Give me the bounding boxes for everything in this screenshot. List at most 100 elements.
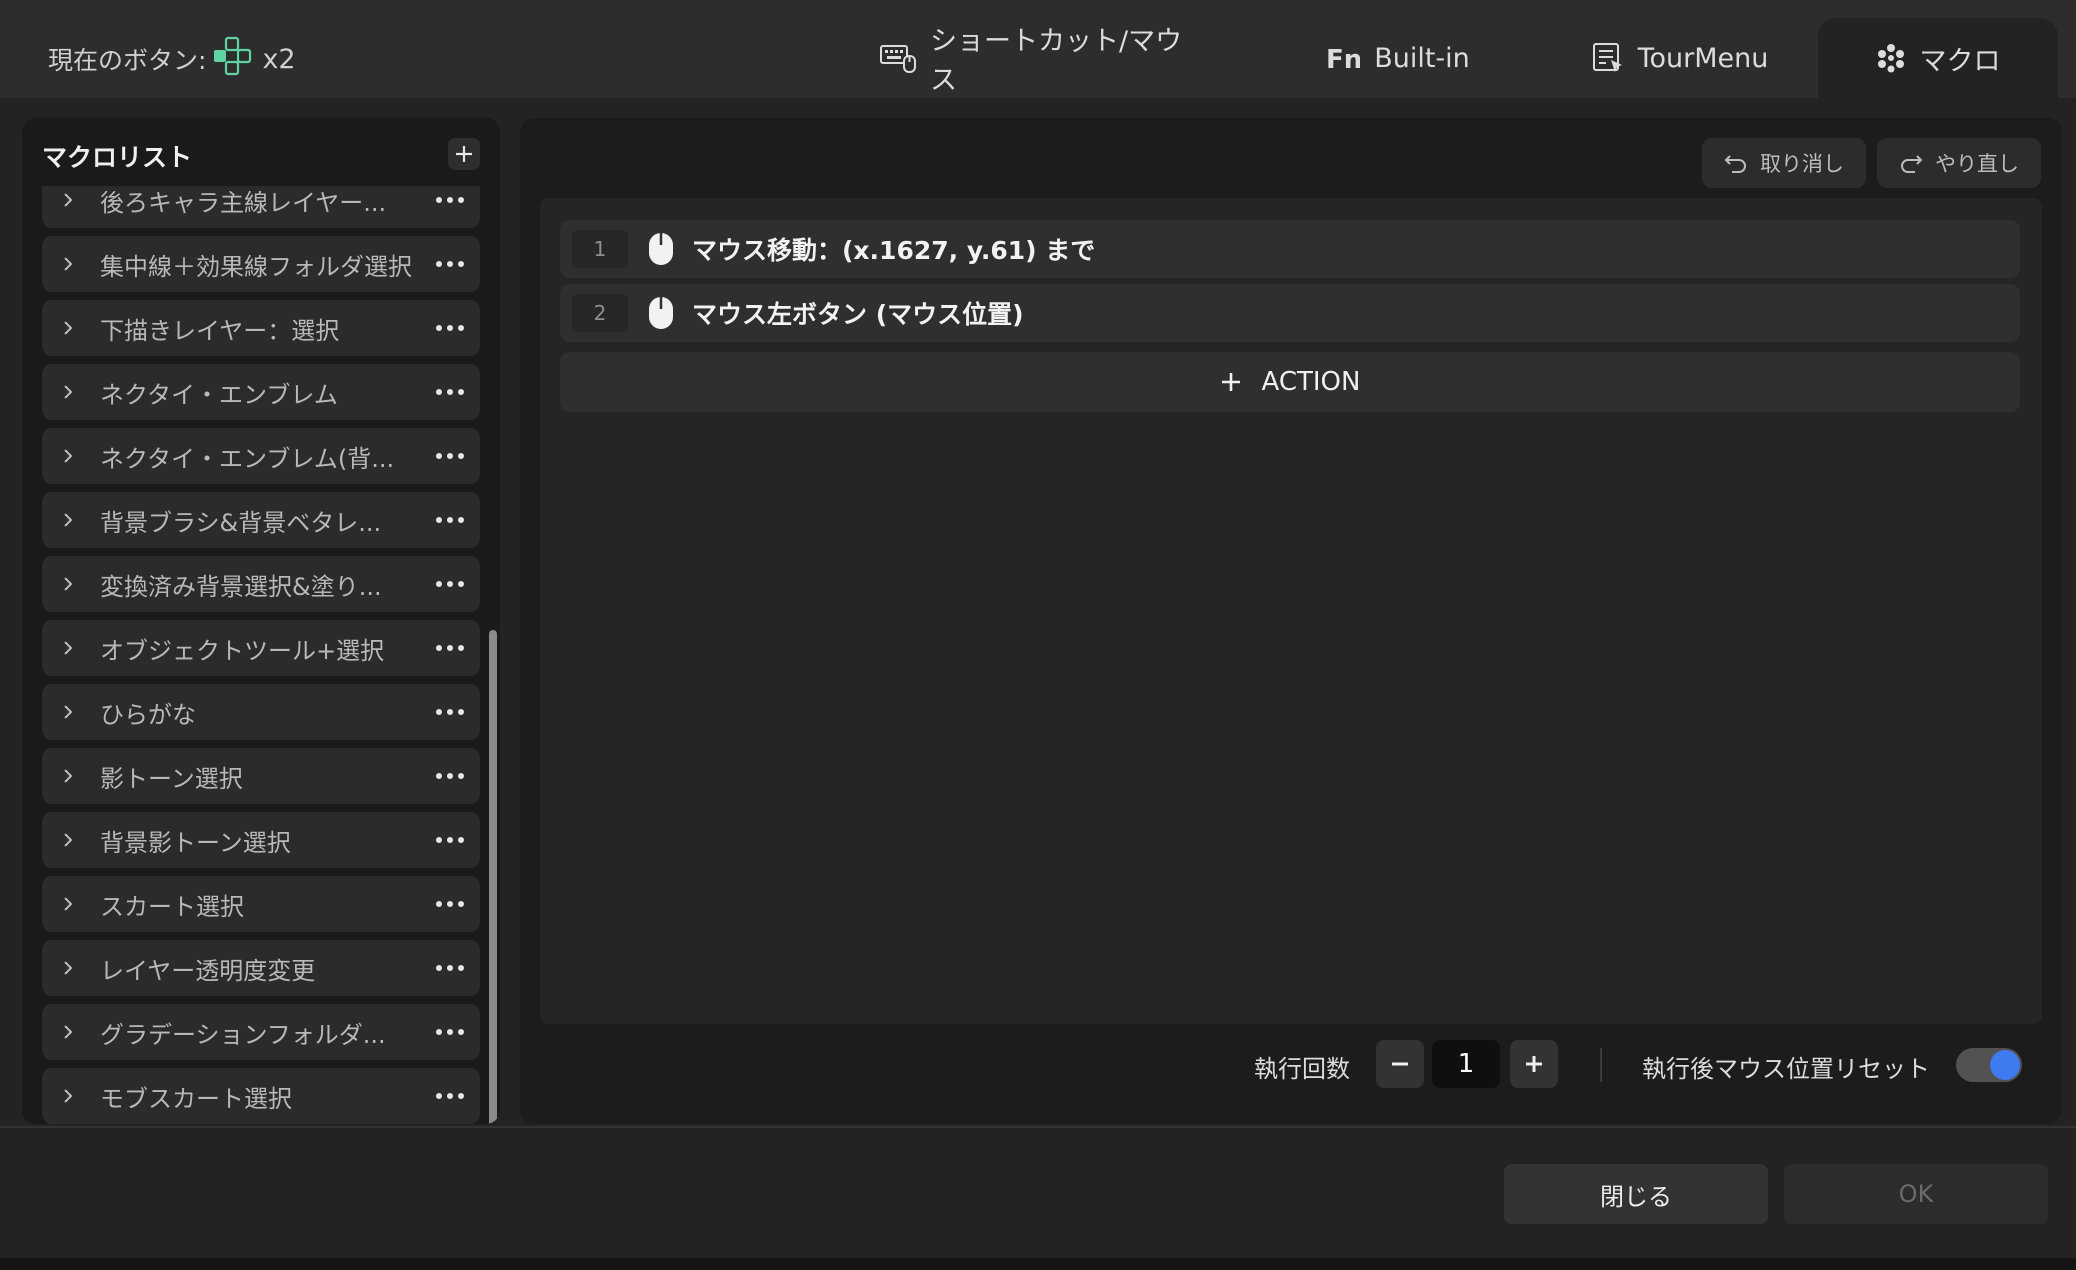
tab-label: TourMenu (1637, 42, 1769, 74)
more-options-icon[interactable] (420, 628, 480, 668)
list-item[interactable]: 集中線＋効果線フォルダ選択 (42, 236, 480, 292)
keyboard-mouse-icon (880, 43, 916, 73)
tab-label: マクロ (1919, 45, 2001, 77)
undo-icon (1724, 155, 1746, 173)
more-options-icon[interactable] (420, 820, 480, 860)
macro-name: 背景ブラシ&背景ベタレ... (100, 508, 382, 537)
macro-list-scrollbar[interactable] (488, 186, 498, 1124)
tab-label: Built-in (1374, 42, 1470, 74)
chevron-right-icon (62, 703, 80, 721)
macro-name: スカート選択 (100, 892, 244, 921)
add-macro-button[interactable] (448, 138, 480, 170)
decrement-button[interactable] (1376, 1040, 1424, 1088)
macro-name: 集中線＋効果線フォルダ選択 (100, 252, 412, 281)
macro-name: モブスカート選択 (100, 1084, 292, 1113)
list-item[interactable]: ネクタイ・エンブレム (42, 364, 480, 420)
more-options-icon[interactable] (420, 1076, 480, 1116)
action-list: 1 マウス移動：(x.1627, y.61) まで 2 マウス左ボタン (マウス… (540, 198, 2042, 1024)
increment-button[interactable] (1510, 1040, 1558, 1088)
chevron-right-icon (62, 767, 80, 785)
list-item[interactable]: ネクタイ・エンブレム(背... (42, 428, 480, 484)
header-bar: 現在のボタン: x2 ショートカット/マウス Fn Built-in TourM… (0, 0, 2076, 98)
action-row[interactable]: 1 マウス移動：(x.1627, y.61) まで (560, 220, 2020, 278)
macro-list-panel: マクロリスト 後ろキャラ主線レイヤー... 集中線＋効果線フォルダ選択 下描きレ… (22, 118, 500, 1124)
chevron-right-icon (62, 639, 80, 657)
more-options-icon[interactable] (420, 436, 480, 476)
chevron-right-icon (62, 255, 80, 273)
tab-tourmenu[interactable]: TourMenu (1560, 18, 1800, 98)
svg-text:Fn: Fn (1326, 45, 1360, 73)
more-options-icon[interactable] (420, 186, 480, 220)
list-item[interactable]: スカート選択 (42, 876, 480, 932)
list-item[interactable]: グラデーションフォルダ... (42, 1004, 480, 1060)
chevron-right-icon (62, 447, 80, 465)
chevron-right-icon (62, 319, 80, 337)
list-item[interactable]: 背景ブラシ&背景ベタレ... (42, 492, 480, 548)
tab-label: ショートカット/マウス (930, 26, 1183, 96)
current-button-label: 現在のボタン: (48, 46, 207, 75)
macro-icon (1876, 43, 1906, 73)
redo-icon (1901, 155, 1923, 173)
more-options-icon[interactable] (420, 884, 480, 924)
exec-count-input[interactable] (1432, 1040, 1500, 1088)
list-item[interactable]: オブジェクトツール+選択 (42, 620, 480, 676)
tab-macro[interactable]: マクロ (1818, 18, 2058, 98)
list-item[interactable]: 下描きレイヤー：選択 (42, 300, 480, 356)
macro-name: 変換済み背景選択&塗り... (100, 572, 382, 601)
action-text: マウス移動：(x.1627, y.61) まで (692, 236, 1096, 265)
close-button[interactable]: 閉じる (1504, 1164, 1768, 1224)
redo-label: やり直し (1935, 152, 2019, 176)
macro-list[interactable]: 後ろキャラ主線レイヤー... 集中線＋効果線フォルダ選択 下描きレイヤー：選択 … (22, 186, 500, 1124)
more-options-icon[interactable] (420, 1012, 480, 1052)
current-button-indicator: 現在のボタン: x2 (48, 36, 296, 82)
ok-button[interactable]: OK (1784, 1164, 2048, 1224)
toggle-knob (1990, 1050, 2020, 1080)
tab-shortcut-mouse[interactable]: ショートカット/マウス (880, 18, 1200, 98)
macro-name: レイヤー透明度変更 (100, 956, 316, 985)
macro-name: ネクタイ・エンブレム (100, 380, 338, 409)
mouse-icon (648, 232, 674, 266)
more-options-icon[interactable] (420, 500, 480, 540)
chevron-right-icon (62, 959, 80, 977)
more-options-icon[interactable] (420, 756, 480, 796)
chevron-right-icon (62, 383, 80, 401)
list-item[interactable]: レイヤー透明度変更 (42, 940, 480, 996)
more-options-icon[interactable] (420, 308, 480, 348)
action-row[interactable]: 2 マウス左ボタン (マウス位置) (560, 284, 2020, 342)
redo-button[interactable]: やり直し (1877, 138, 2041, 188)
undo-button[interactable]: 取り消し (1702, 138, 1866, 188)
divider (1600, 1048, 1602, 1082)
controller-dpad-icon (212, 36, 252, 82)
more-options-icon[interactable] (420, 244, 480, 284)
macro-name: オブジェクトツール+選択 (100, 636, 385, 665)
list-item[interactable]: ひらがな (42, 684, 480, 740)
more-options-icon[interactable] (420, 372, 480, 412)
more-options-icon[interactable] (420, 692, 480, 732)
plus-icon (1221, 373, 1240, 391)
current-button-count: x2 (262, 43, 296, 75)
reset-mouse-toggle[interactable] (1956, 1048, 2022, 1082)
chevron-right-icon (62, 831, 80, 849)
list-item[interactable]: 影トーン選択 (42, 748, 480, 804)
list-item[interactable]: 後ろキャラ主線レイヤー... (42, 186, 480, 228)
list-item[interactable]: 背景影トーン選択 (42, 812, 480, 868)
action-number: 1 (572, 230, 628, 268)
chevron-right-icon (62, 575, 80, 593)
more-options-icon[interactable] (420, 564, 480, 604)
tab-built-in[interactable]: Fn Built-in (1278, 18, 1518, 98)
scrollbar-thumb[interactable] (489, 630, 497, 1124)
add-action-button[interactable]: ACTION (560, 352, 2020, 412)
list-item[interactable]: モブスカート選択 (42, 1068, 480, 1124)
more-options-icon[interactable] (420, 948, 480, 988)
macro-name: 影トーン選択 (100, 764, 243, 793)
macro-name: 背景影トーン選択 (100, 828, 291, 857)
macro-name: ネクタイ・エンブレム(背... (100, 444, 395, 473)
background-strip (0, 1258, 2076, 1270)
chevron-right-icon (62, 1023, 80, 1041)
tour-menu-icon (1592, 42, 1624, 74)
fn-icon: Fn (1326, 43, 1360, 73)
list-item[interactable]: 変換済み背景選択&塗り... (42, 556, 480, 612)
macro-name: 後ろキャラ主線レイヤー... (100, 188, 387, 217)
reset-mouse-label: 執行後マウス位置リセット (1642, 1054, 1930, 1083)
exec-count-label: 執行回数 (1254, 1054, 1350, 1083)
